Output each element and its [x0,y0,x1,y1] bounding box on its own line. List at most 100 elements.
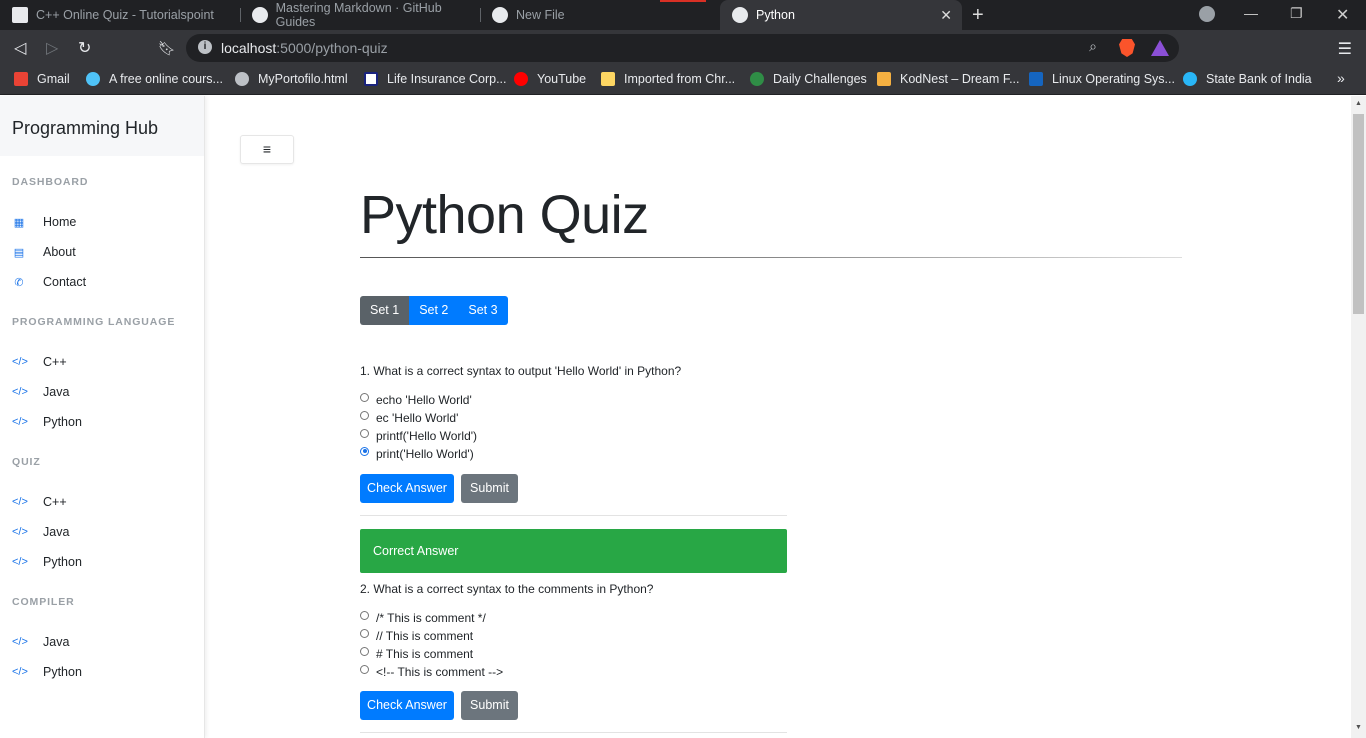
set-3-button[interactable]: Set 3 [458,296,508,325]
question-divider [360,732,787,733]
code-icon: </> [12,356,28,368]
tab-search-icon[interactable] [1199,6,1215,22]
back-icon[interactable]: ◁ [14,38,26,58]
bookmark-daily-challenges[interactable]: Daily Challenges [750,72,867,86]
code-icon: </> [12,526,28,538]
brand-title[interactable]: Programming Hub [0,96,204,156]
correct-answer-alert: Correct Answer [360,529,787,573]
question-2-option-1[interactable]: /* This is comment */ [360,610,486,625]
browser-menu-icon[interactable]: ☰ [1338,39,1352,59]
question-2-option-3[interactable]: # This is comment [360,646,473,661]
question-1-option-1[interactable]: echo 'Hello World' [360,392,472,407]
globe-icon [732,7,748,23]
check-answer-button-2[interactable]: Check Answer [360,691,454,720]
radio-button[interactable] [360,428,369,438]
sidebar-item-quiz-java[interactable]: </> Java [12,525,69,539]
new-tab-icon[interactable]: + [972,4,984,27]
radio-button-selected[interactable] [360,446,369,456]
radio-button[interactable] [360,392,369,402]
tab-title: New File [516,8,565,22]
code-icon: </> [12,666,28,678]
close-window-icon[interactable]: ✕ [1336,5,1349,25]
youtube-icon [514,72,528,86]
minimize-icon[interactable]: — [1244,5,1258,21]
scroll-up-icon[interactable]: ▲ [1355,100,1362,107]
radio-button[interactable] [360,410,369,420]
section-quiz: QUIZ [12,456,41,468]
code-icon: </> [12,386,28,398]
sidebar-item-lang-cpp[interactable]: </> C++ [12,355,67,369]
section-programming-language: PROGRAMMING LANGUAGE [12,316,176,328]
recording-indicator [660,0,706,2]
zoom-icon[interactable]: ⌕ [1089,38,1097,55]
bookmarks-bar: Gmail A free online cours... MyPortofilo… [0,66,1366,95]
bookmark-gmail[interactable]: Gmail [14,72,70,86]
tutorialspoint-icon [12,7,28,23]
sidebar: Programming Hub DASHBOARD ▦ Home ▤ About ✆… [0,96,205,738]
set-2-button[interactable]: Set 2 [409,296,459,325]
url-text[interactable]: localhost:5000/python-quiz [221,40,388,56]
tab-title: Python [756,8,795,22]
bookmark-imported[interactable]: Imported from Chr... [601,72,735,86]
scroll-down-icon[interactable]: ▼ [1355,724,1362,731]
page-scrollbar[interactable]: ▲ ▼ [1351,96,1366,738]
question-1-text: 1. What is a correct syntax to output 'H… [360,364,682,378]
folder-icon [601,72,615,86]
bookmark-lic[interactable]: Life Insurance Corp... [364,72,507,86]
forward-icon[interactable]: ▷ [46,38,58,58]
sidebar-item-lang-java[interactable]: </> Java [12,385,69,399]
brave-shield-icon[interactable] [1119,39,1135,57]
submit-button-2[interactable]: Submit [461,691,518,720]
radio-button[interactable] [360,646,369,656]
bookmark-portfolio[interactable]: MyPortofilo.html [235,72,348,86]
question-2-option-4[interactable]: <!-- This is comment --> [360,664,503,679]
bookmark-kodnest[interactable]: KodNest – Dream F... [877,72,1020,86]
close-tab-icon[interactable]: ✕ [940,7,952,24]
bookmark-sbi[interactable]: State Bank of India [1183,72,1312,86]
sidebar-item-quiz-python[interactable]: </> Python [12,555,82,569]
code-icon: </> [12,496,28,508]
question-2-option-2[interactable]: // This is comment [360,628,473,643]
check-answer-button-1[interactable]: Check Answer [360,474,454,503]
brave-rewards-icon[interactable] [1151,40,1169,56]
tab-title: C++ Online Quiz - Tutorialspoint [36,8,214,22]
tab-markdown[interactable]: Mastering Markdown · GitHub Guides [240,0,480,30]
sidebar-item-compiler-python[interactable]: </> Python [12,665,82,679]
bookmark-icon[interactable]: 🔖︎ [158,40,176,57]
sidebar-toggle-button[interactable]: ≡ [240,135,294,164]
reload-icon[interactable]: ↻ [78,38,91,58]
more-bookmarks-icon[interactable]: » [1337,70,1345,86]
bookmark-free-course[interactable]: A free online cours... [86,72,223,86]
phone-icon: ✆ [14,276,24,289]
sidebar-item-about[interactable]: ▤ About [12,245,76,259]
tab-python[interactable]: Python ✕ [720,0,962,30]
code-icon: </> [12,636,28,648]
scrollbar-thumb[interactable] [1353,114,1364,314]
radio-button[interactable] [360,610,369,620]
address-bar[interactable]: i localhost:5000/python-quiz ⌕ [186,34,1179,62]
bookmark-youtube[interactable]: YouTube [514,72,586,86]
submit-button-1[interactable]: Submit [461,474,518,503]
sidebar-item-quiz-cpp[interactable]: </> C++ [12,495,67,509]
set-selector: Set 1 Set 2 Set 3 [360,296,508,325]
sidebar-item-contact[interactable]: ✆ Contact [12,275,86,289]
set-1-button[interactable]: Set 1 [360,296,410,325]
question-1-option-2[interactable]: ec 'Hello World' [360,410,458,425]
sidebar-item-compiler-java[interactable]: </> Java [12,635,69,649]
question-1-option-4[interactable]: print('Hello World') [360,446,474,461]
globe-icon [235,72,249,86]
restore-icon[interactable]: ❐ [1290,5,1303,22]
question-1-option-3[interactable]: printf('Hello World') [360,428,477,443]
tab-new-file[interactable]: New File [480,0,720,30]
browser-toolbar: ◁ ▷ ↻ 🔖︎ i localhost:5000/python-quiz ⌕ [0,30,1366,66]
bookmark-linux[interactable]: Linux Operating Sys... [1029,72,1175,86]
question-divider [360,515,787,516]
sidebar-item-home[interactable]: ▦ Home [12,215,77,229]
github-icon [252,7,268,23]
radio-button[interactable] [360,628,369,638]
sidebar-item-lang-python[interactable]: </> Python [12,415,82,429]
sbi-icon [1183,72,1197,86]
site-info-icon[interactable]: i [198,40,212,54]
radio-button[interactable] [360,664,369,674]
tab-tutorialspoint[interactable]: C++ Online Quiz - Tutorialspoint [0,0,240,30]
